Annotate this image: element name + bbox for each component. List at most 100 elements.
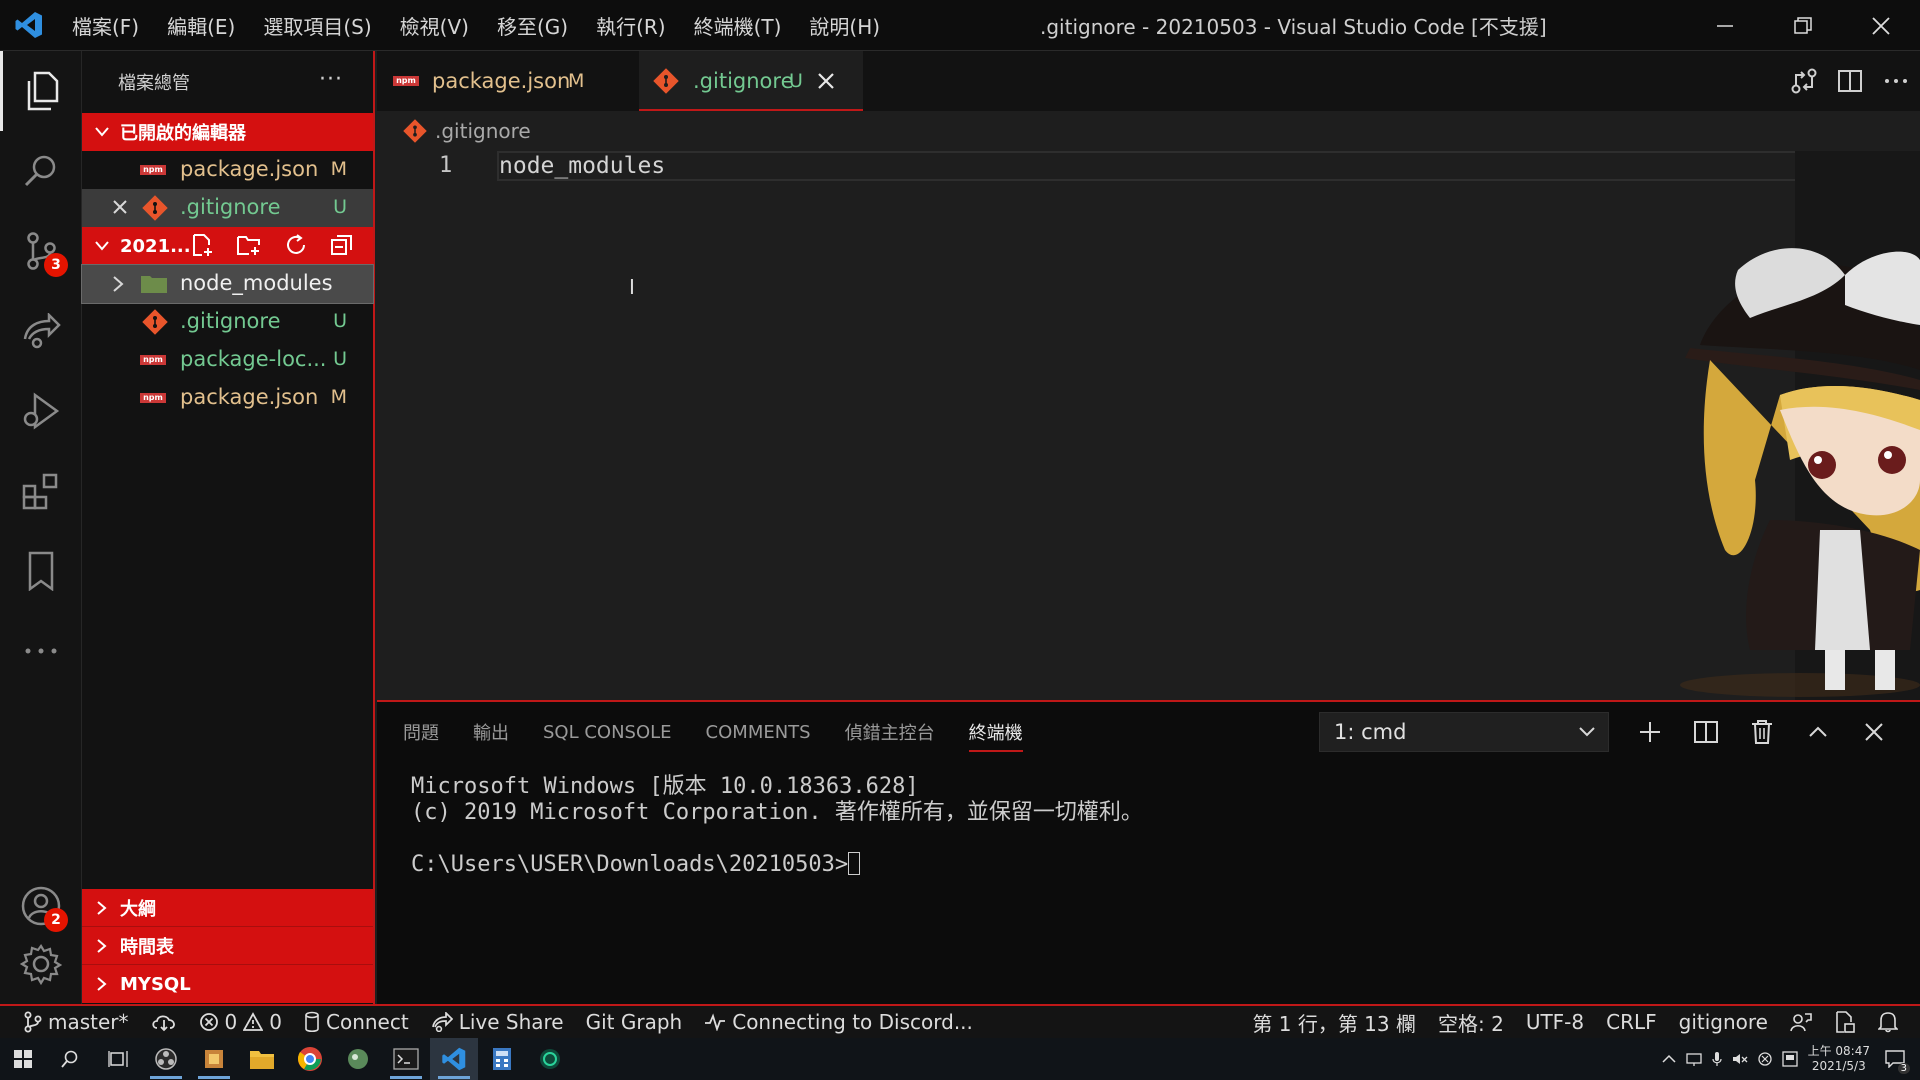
tab-output[interactable]: 輸出	[456, 702, 526, 762]
tab-terminal[interactable]: 終端機	[952, 702, 1040, 762]
file-explorer-icon[interactable]	[238, 1038, 286, 1080]
split-terminal-icon[interactable]	[1688, 714, 1724, 750]
ime-icon[interactable]	[1781, 1051, 1798, 1067]
app-icon[interactable]	[190, 1038, 238, 1080]
npm-file-icon: npm	[140, 355, 166, 365]
collapse-all-icon[interactable]	[330, 233, 354, 257]
tab-gitignore[interactable]: .gitignore U	[639, 51, 863, 111]
live-share-icon[interactable]	[0, 291, 82, 371]
maximize-panel-icon[interactable]	[1800, 714, 1836, 750]
bookmarks-icon[interactable]	[0, 531, 82, 611]
menu-edit[interactable]: 編輯(E)	[153, 0, 249, 50]
outline-label: 大綱	[120, 898, 156, 920]
trash-icon[interactable]	[1744, 714, 1780, 750]
action-center-icon[interactable]: 3	[1880, 1044, 1910, 1074]
settings-gear-icon[interactable]	[0, 924, 82, 1004]
remote-file-icon[interactable]	[1823, 1006, 1867, 1038]
tab-package-json[interactable]: npm package.json M	[377, 51, 639, 111]
tab-sql-console[interactable]: SQL CONSOLE	[526, 702, 689, 762]
calculator-icon[interactable]	[478, 1038, 526, 1080]
close-panel-icon[interactable]	[1856, 714, 1892, 750]
live-share-button[interactable]: Live Share	[420, 1006, 575, 1038]
terminal-output[interactable]: Microsoft Windows [版本 10.0.18363.628] (c)…	[411, 774, 1143, 878]
tab-problems[interactable]: 問題	[386, 702, 456, 762]
cmd-icon[interactable]	[382, 1038, 430, 1080]
git-status-badge: U	[333, 196, 347, 218]
tray-chevron-up-icon[interactable]	[1662, 1054, 1676, 1064]
network-icon[interactable]	[1685, 1052, 1702, 1066]
tree-item-file[interactable]: npm package-loc... U	[82, 341, 373, 379]
new-folder-icon[interactable]	[236, 233, 262, 257]
terminal-select[interactable]: 1: cmd	[1319, 712, 1609, 752]
restore-button[interactable]	[1764, 0, 1842, 51]
open-editors-section-header[interactable]: 已開啟的編輯器	[82, 113, 373, 151]
problems-status[interactable]: 0 0	[188, 1006, 293, 1038]
encoding[interactable]: UTF-8	[1515, 1006, 1595, 1038]
explorer-icon[interactable]	[0, 51, 82, 131]
mysql-section-header[interactable]: MYSQL	[82, 965, 373, 1003]
split-editor-icon[interactable]	[1836, 67, 1864, 95]
menu-terminal[interactable]: 終端機(T)	[680, 0, 796, 50]
search-icon[interactable]	[0, 131, 82, 211]
git-graph-button[interactable]: Git Graph	[575, 1006, 694, 1038]
close-tab-icon[interactable]	[817, 72, 835, 90]
new-terminal-icon[interactable]	[1632, 714, 1668, 750]
tab-debug-console[interactable]: 偵錯主控台	[828, 702, 952, 762]
tree-item-file[interactable]: .gitignore U	[82, 303, 373, 341]
breadcrumb-item[interactable]: .gitignore	[435, 119, 531, 143]
language-mode[interactable]: gitignore	[1668, 1006, 1779, 1038]
indentation[interactable]: 空格: 2	[1427, 1006, 1515, 1038]
tree-item-folder[interactable]: node_modules	[81, 264, 374, 304]
new-file-icon[interactable]	[190, 233, 214, 257]
menu-selection[interactable]: 選取項目(S)	[249, 0, 385, 50]
chrome-icon[interactable]	[286, 1038, 334, 1080]
menu-file[interactable]: 檔案(F)	[58, 0, 153, 50]
tray-app-icon[interactable]	[1757, 1052, 1772, 1066]
menu-go[interactable]: 移至(G)	[483, 0, 582, 50]
menu-run[interactable]: 執行(R)	[582, 0, 680, 50]
menu-help[interactable]: 說明(H)	[795, 0, 894, 50]
vscode-taskbar-icon[interactable]	[430, 1038, 478, 1080]
volume-muted-icon[interactable]	[1732, 1052, 1748, 1066]
branch-status[interactable]: master*	[0, 1006, 140, 1038]
close-editor-icon[interactable]	[112, 199, 128, 215]
microphone-icon[interactable]	[1711, 1051, 1722, 1067]
discord-status[interactable]: Connecting to Discord...	[693, 1006, 984, 1038]
open-editor-item-active[interactable]: .gitignore U	[82, 189, 373, 227]
code-line[interactable]: node_modules	[499, 153, 665, 179]
sync-button[interactable]	[140, 1006, 188, 1038]
menu-view[interactable]: 檢視(V)	[386, 0, 483, 50]
open-changes-icon[interactable]	[1790, 67, 1818, 95]
explorer-more-actions-button[interactable]: ···	[319, 67, 343, 92]
terminal-prompt[interactable]: C:\Users\USER\Downloads\20210503>	[411, 852, 1143, 878]
source-control-icon[interactable]: 3	[0, 211, 82, 291]
windows-start-icon[interactable]	[0, 1038, 46, 1080]
close-window-button[interactable]	[1842, 0, 1920, 51]
obs-app-icon[interactable]	[142, 1038, 190, 1080]
end-of-line[interactable]: CRLF	[1595, 1006, 1668, 1038]
app-icon[interactable]	[334, 1038, 382, 1080]
tab-comments[interactable]: COMMENTS	[689, 702, 828, 762]
system-tray: 上午 08:47 2021/5/3 3	[1662, 1038, 1920, 1080]
taskbar-search-icon[interactable]	[46, 1038, 94, 1080]
more-actions-icon[interactable]	[1882, 67, 1910, 95]
timeline-section-header[interactable]: 時間表	[82, 927, 373, 965]
connect-button[interactable]: Connect	[293, 1006, 420, 1038]
folder-section-header[interactable]: 2021...	[82, 227, 373, 265]
clock[interactable]: 上午 08:47 2021/5/3	[1808, 1044, 1870, 1074]
app-icon[interactable]	[526, 1038, 574, 1080]
bottom-panel: 問題 輸出 SQL CONSOLE COMMENTS 偵錯主控台 終端機 1: …	[377, 700, 1920, 1004]
refresh-icon[interactable]	[284, 233, 308, 257]
feedback-icon[interactable]	[1779, 1006, 1823, 1038]
extensions-icon[interactable]	[0, 451, 82, 531]
tree-item-file[interactable]: npm package.json M	[82, 379, 373, 417]
minimize-button[interactable]	[1686, 0, 1764, 51]
pulse-icon	[704, 1013, 726, 1031]
run-debug-icon[interactable]	[0, 371, 82, 451]
open-editor-item[interactable]: npm package.json M	[82, 151, 373, 189]
more-icon[interactable]	[0, 611, 82, 691]
outline-section-header[interactable]: 大綱	[82, 889, 373, 927]
task-view-icon[interactable]	[94, 1038, 142, 1080]
cursor-position[interactable]: 第 1 行，第 13 欄	[1241, 1006, 1427, 1038]
notifications-bell-icon[interactable]	[1867, 1006, 1920, 1038]
